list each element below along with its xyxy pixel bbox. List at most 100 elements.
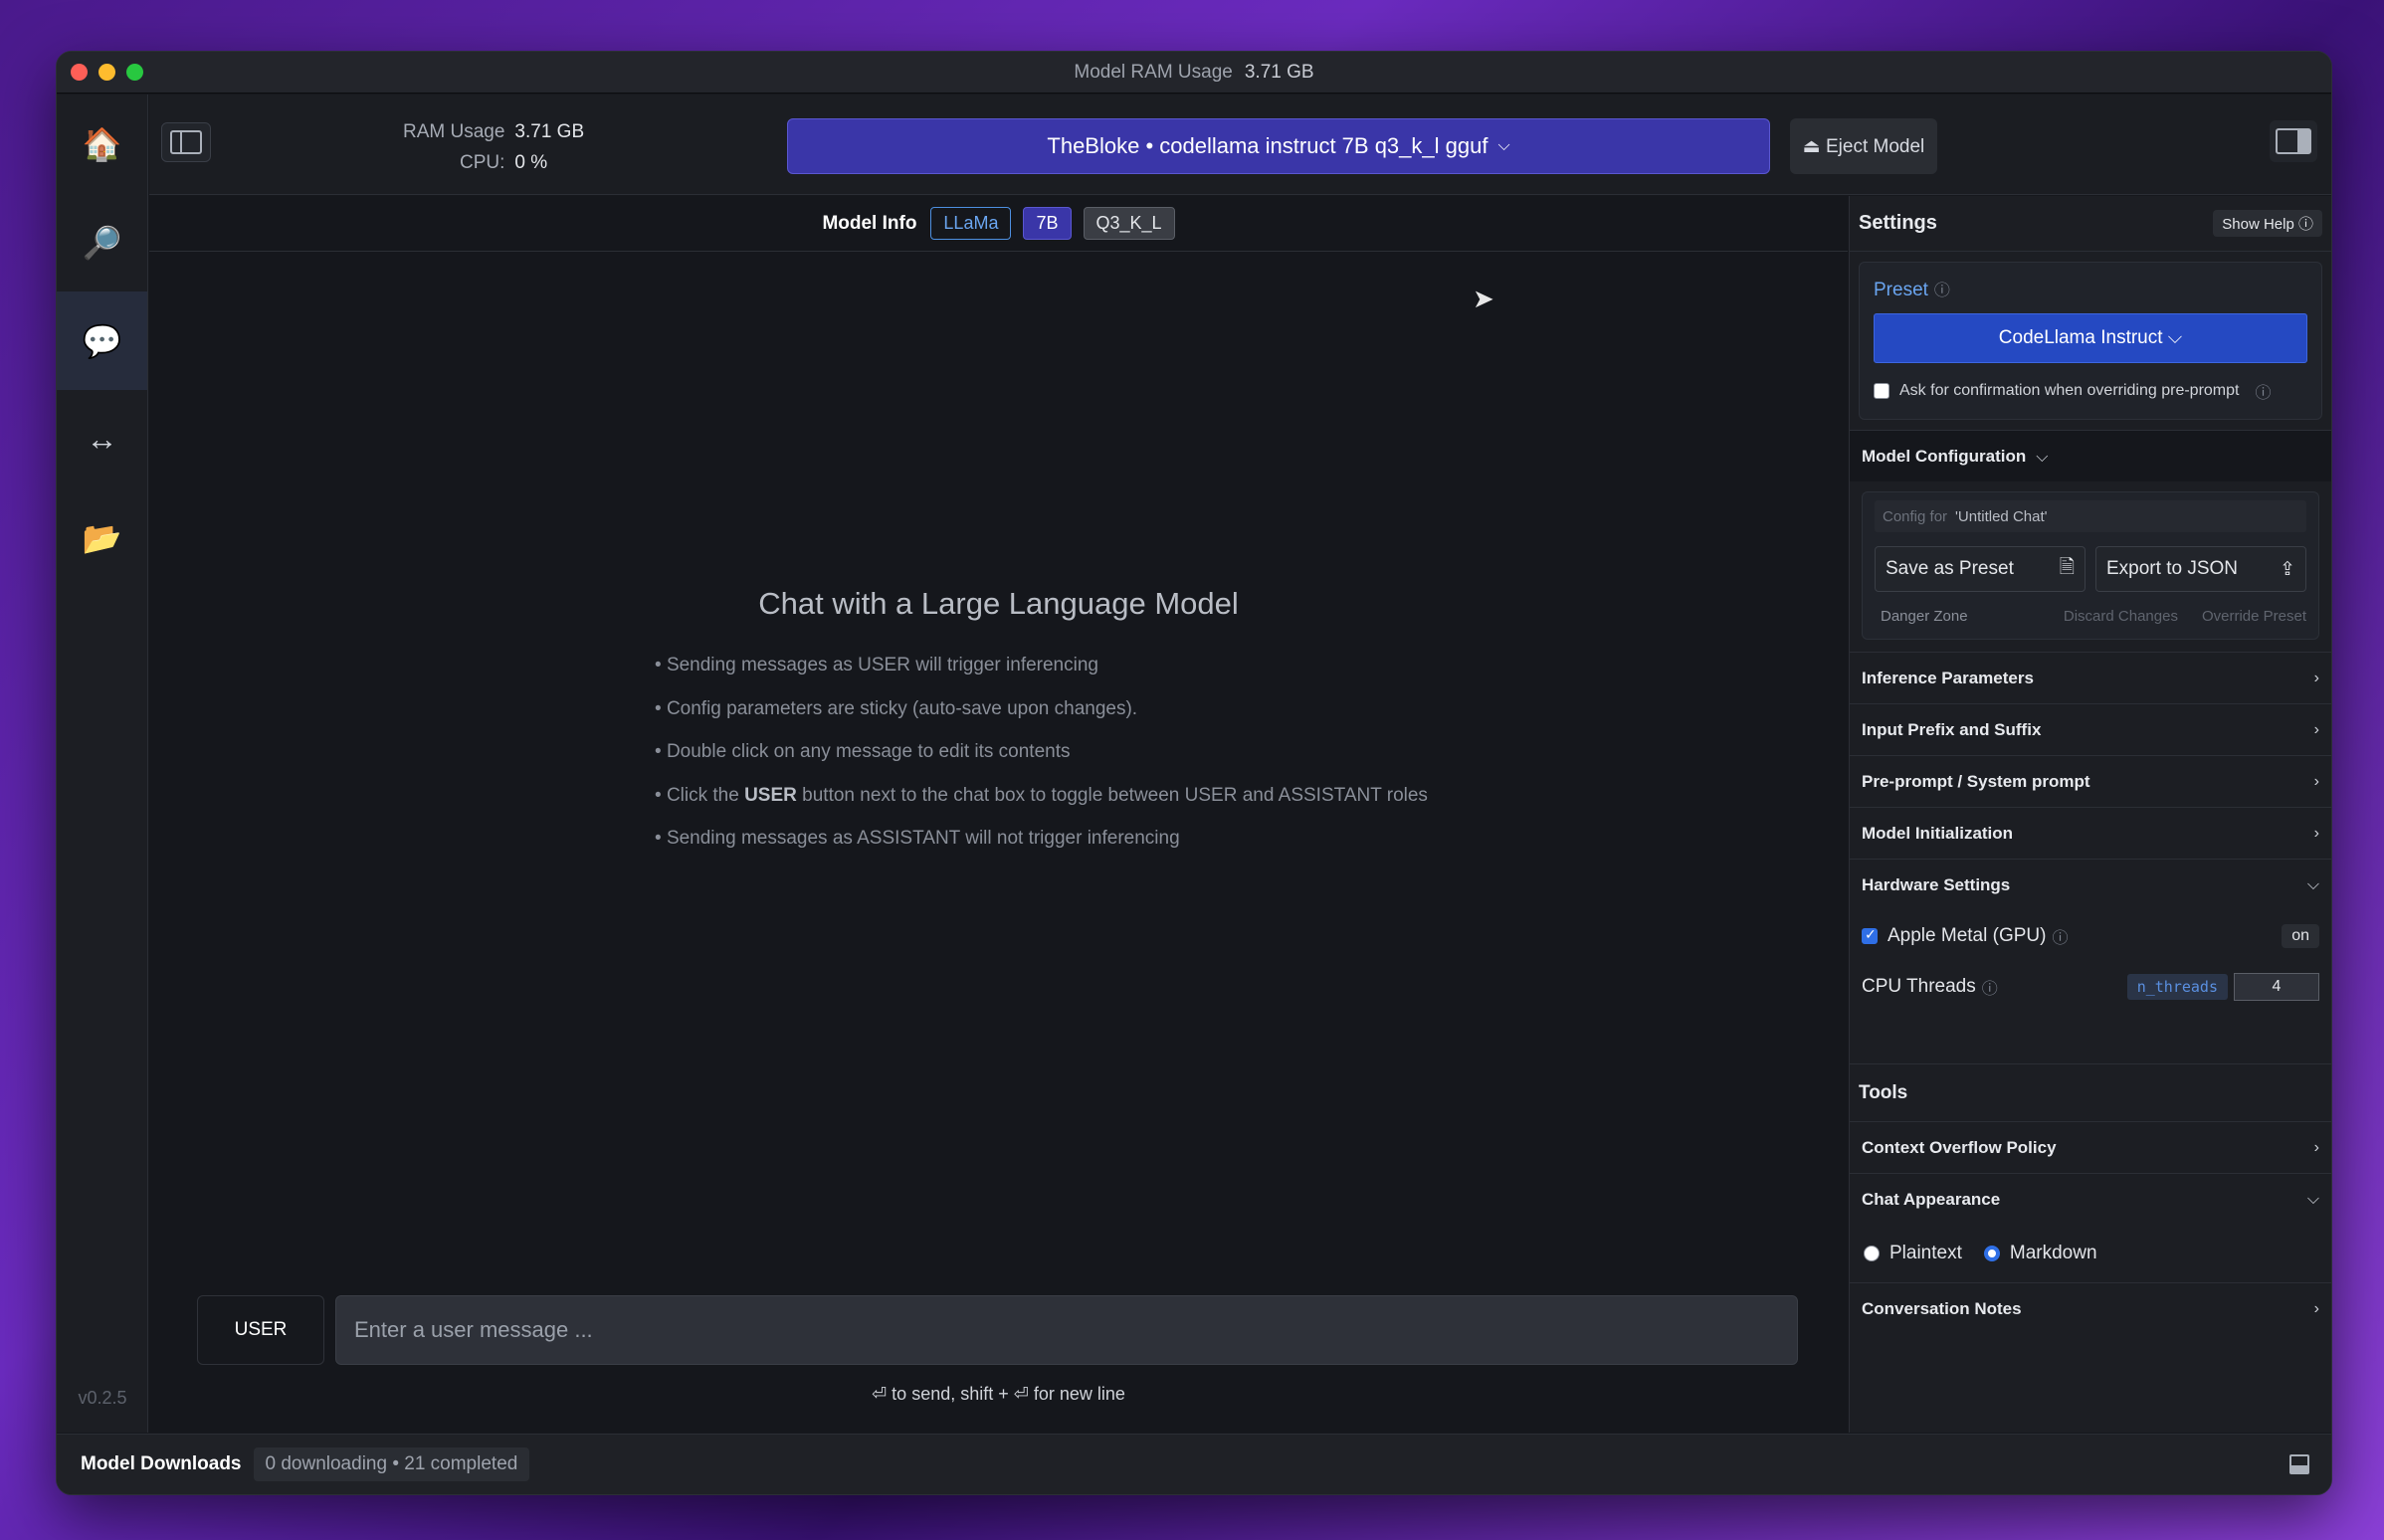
cpu-value: 0 % [514,152,548,173]
model-info-label: Model Info [822,212,917,234]
section-label: Hardware Settings [1862,874,2011,894]
section-label: Model Initialization [1862,823,2014,843]
gpu-row: Apple Metal (GPU) ⓘ on [1850,910,2331,961]
section-label: Input Prefix and Suffix [1862,719,2042,739]
chevron-right-icon: › [2313,824,2319,842]
sidebar-item-chat[interactable]: 💬 [57,291,147,390]
settings-header: Settings Show Help ⓘ [1850,196,2331,252]
preset-label: Preset [1874,280,1928,300]
confirm-override-label: Ask for confirmation when overriding pre… [1899,382,2240,399]
sidebar-item-server[interactable]: ↔ [57,390,147,488]
config-for-field: Config for 'Untitled Chat' [1875,500,2306,532]
model-initialization-section[interactable]: Model Initialization › [1850,807,2331,859]
section-label: Pre-prompt / System prompt [1862,771,2090,791]
message-input[interactable] [335,1295,1798,1365]
folder-icon: 📂 [82,519,122,556]
cpu-threads-label: CPU Threads [1862,975,1976,997]
app-version: v0.2.5 [78,1388,127,1408]
save-as-preset-button[interactable]: Save as Preset 🗎 [1875,546,2086,592]
discard-changes-button[interactable]: Discard Changes [2064,608,2178,625]
role-toggle-button[interactable]: USER [197,1295,324,1365]
sidebar-item-home[interactable]: 🏠 [57,95,147,193]
save-as-preset-label: Save as Preset [1886,558,2014,579]
tip-item: Config parameters are sticky (auto-save … [655,687,1428,731]
sidebar-item-search[interactable]: 🔎 [57,193,147,291]
chevron-down-icon: ⌵ [2306,875,2319,893]
export-json-label: Export to JSON [2106,558,2238,579]
override-preset-button[interactable]: Override Preset [2202,608,2306,625]
preset-selector[interactable]: CodeLlama Instruct ⌵ [1874,313,2307,363]
chevron-right-icon: › [2313,772,2319,790]
minimize-window-button[interactable] [99,64,115,81]
downloads-title: Model Downloads [81,1453,242,1474]
chat-appearance-section[interactable]: Chat Appearance ⌵ [1850,1173,2331,1225]
tools-title: Tools [1850,1063,2331,1121]
chevron-down-icon: ⌵ [2036,448,2049,466]
close-window-button[interactable] [71,64,88,81]
section-label: Inference Parameters [1862,668,2034,687]
model-info-bar: Model Info LLaMa 7B Q3_K_L [149,196,1848,252]
settings-title: Settings [1859,212,1937,234]
tip-text: button next to the chat box to toggle be… [796,784,1428,806]
sidebar-left-icon [170,130,202,154]
chat-area: Model Info LLaMa 7B Q3_K_L ➤ Chat with a… [149,196,1848,1433]
export-json-button[interactable]: Export to JSON ⇪ [2095,546,2306,592]
chevron-right-icon: › [2313,720,2319,738]
section-label: Chat Appearance [1862,1189,2001,1209]
preprompt-section[interactable]: Pre-prompt / System prompt › [1850,755,2331,807]
chat-icon: 💬 [82,322,122,359]
chevron-right-icon: › [2313,669,2319,686]
preset-box: Preset ⓘ CodeLlama Instruct ⌵ Ask for con… [1859,262,2322,420]
tip-text: Click the [666,784,745,806]
info-icon[interactable]: ⓘ [2255,379,2271,403]
markdown-radio[interactable] [1983,1246,2000,1261]
dock-panel-icon[interactable] [2289,1454,2309,1474]
window-controls [71,64,143,81]
confirm-override-row: Ask for confirmation when overriding pre… [1874,379,2307,403]
config-box: Config for 'Untitled Chat' Save as Prese… [1862,491,2319,640]
mouse-pointer-icon: ➤ [1473,284,1494,313]
model-selector-label: TheBloke • codellama instruct 7B q3_k_l … [1047,133,1489,158]
chevron-down-icon: ⌵ [2306,1190,2319,1208]
info-icon[interactable]: ⓘ [2052,924,2068,948]
config-buttons: Save as Preset 🗎 Export to JSON ⇪ [1875,546,2306,592]
danger-zone-label: Danger Zone [1881,608,1968,625]
info-icon[interactable]: ⓘ [1982,975,1998,999]
n-threads-param-tag: n_threads [2126,973,2228,1000]
appearance-radio-row: Plaintext Markdown [1850,1225,2331,1282]
hardware-settings-section[interactable]: Hardware Settings ⌵ [1850,859,2331,910]
upload-icon: ⇪ [2280,558,2295,580]
toggle-left-panel-button[interactable] [161,122,211,162]
model-configuration-header[interactable]: Model Configuration ⌵ [1850,430,2331,481]
title-bar: Model RAM Usage 3.71 GB [57,52,2331,94]
plaintext-radio[interactable] [1864,1246,1880,1261]
info-icon[interactable]: ⓘ [1934,283,1950,299]
markdown-label: Markdown [2009,1243,2097,1263]
downloads-bar[interactable]: Model Downloads 0 downloading • 21 compl… [57,1434,2331,1494]
conversation-notes-section[interactable]: Conversation Notes › [1850,1282,2331,1334]
sidebar: 🏠 🔎 💬 ↔ 📂 v0.2.5 [57,95,148,1433]
tip-item: Click the USER button next to the chat b… [655,774,1428,818]
prefix-suffix-section[interactable]: Input Prefix and Suffix › [1850,703,2331,755]
cpu-threads-input[interactable] [2234,972,2319,1001]
gpu-checkbox[interactable] [1862,926,1878,944]
sidebar-right-icon [2276,128,2311,154]
server-arrows-icon: ↔ [86,421,118,457]
send-hint: ⏎ to send, shift + ⏎ for new line [872,1384,1125,1404]
save-file-icon: 🗎 [2059,557,2075,578]
model-configuration-label: Model Configuration [1862,446,2027,466]
model-quant-badge: Q3_K_L [1083,207,1175,240]
inference-parameters-section[interactable]: Inference Parameters › [1850,652,2331,703]
zoom-window-button[interactable] [126,64,143,81]
confirm-override-checkbox[interactable] [1874,383,1889,399]
eject-model-button[interactable]: ⏏ Eject Model [1790,118,1937,174]
sidebar-item-models[interactable]: 📂 [57,488,147,587]
tip-item: Double click on any message to edit its … [655,730,1428,774]
chevron-right-icon: › [2313,1299,2319,1317]
toggle-right-panel-button[interactable] [2270,120,2317,162]
model-selector[interactable]: TheBloke • codellama instruct 7B q3_k_l … [787,118,1770,174]
danger-zone-row: Danger Zone Discard Changes Override Pre… [1875,608,2306,625]
context-overflow-section[interactable]: Context Overflow Policy › [1850,1121,2331,1173]
search-icon: 🔎 [82,224,122,261]
show-help-button[interactable]: Show Help ⓘ [2213,210,2322,237]
